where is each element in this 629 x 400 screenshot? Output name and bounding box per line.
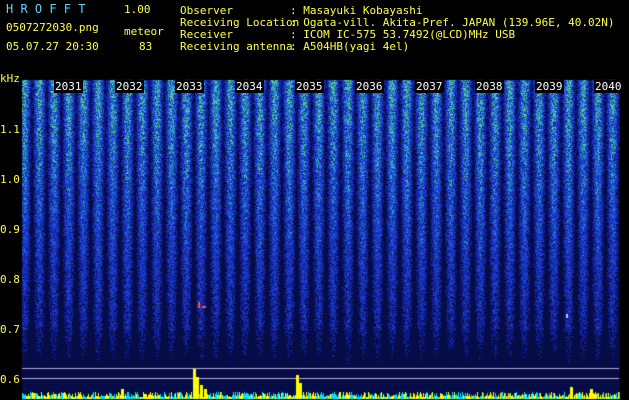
app-logo: H R O F F T bbox=[6, 2, 86, 16]
axis-unit: kHz bbox=[0, 72, 20, 85]
y-tick-0-6: 0.6 bbox=[0, 373, 20, 386]
time-tick-2033: 2033 bbox=[175, 80, 204, 93]
time-tick-2032: 2032 bbox=[115, 80, 144, 93]
spectrogram-display bbox=[0, 0, 629, 400]
time-tick-2031: 2031 bbox=[54, 80, 83, 93]
y-tick-1-0: 1.0 bbox=[0, 173, 20, 186]
time-tick-2038: 2038 bbox=[475, 80, 504, 93]
time-tick-2039: 2039 bbox=[535, 80, 564, 93]
y-tick-0-9: 0.9 bbox=[0, 223, 20, 236]
antenna-value: : A504HB(yagi 4el) bbox=[290, 40, 410, 53]
date-time: 05.07.27 20:30 bbox=[6, 40, 99, 53]
mode-label: meteor bbox=[124, 25, 164, 38]
file-name: 0507272030.png bbox=[6, 21, 99, 34]
time-tick-2040: 2040 bbox=[594, 80, 623, 93]
time-tick-2034: 2034 bbox=[235, 80, 264, 93]
y-tick-0-7: 0.7 bbox=[0, 323, 20, 336]
y-tick-1-1: 1.1 bbox=[0, 123, 20, 136]
app-version: 1.00 bbox=[124, 3, 151, 16]
time-tick-2037: 2037 bbox=[415, 80, 444, 93]
time-tick-2036: 2036 bbox=[355, 80, 384, 93]
time-tick-2035: 2035 bbox=[295, 80, 324, 93]
y-tick-0-8: 0.8 bbox=[0, 273, 20, 286]
antenna-label: Receiving antenna bbox=[180, 40, 293, 53]
meteor-count: 83 bbox=[139, 40, 153, 53]
